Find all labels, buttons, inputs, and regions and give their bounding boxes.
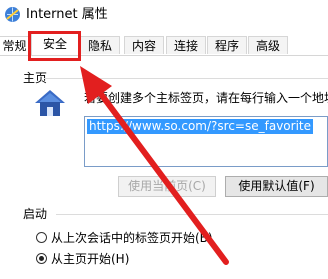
tab-general[interactable]: 常规 xyxy=(0,36,30,54)
radio-checked-icon[interactable] xyxy=(36,253,47,264)
use-current-button[interactable]: 使用当前页(C) xyxy=(118,176,216,197)
startup-option-label: 从主页开始(H) xyxy=(51,252,130,266)
radio-unchecked-icon[interactable] xyxy=(36,232,47,243)
use-default-button[interactable]: 使用默认值(F) xyxy=(225,176,328,197)
home-icon xyxy=(35,90,65,116)
homepage-group-divider xyxy=(44,78,328,79)
title-bar: Internet 属性 xyxy=(0,0,328,30)
security-tab-highlight xyxy=(28,31,81,61)
internet-options-icon xyxy=(5,7,20,22)
tab-content[interactable]: 内容 xyxy=(124,36,164,54)
startup-group-divider xyxy=(56,214,328,215)
window-title: Internet 属性 xyxy=(26,7,108,22)
tab-advanced[interactable]: 高级 xyxy=(248,36,288,54)
homepage-url-textarea[interactable]: https://www.so.com/?src=se_favorite xyxy=(84,116,328,167)
homepage-description: 若要创建多个主标签页，请在每行输入一个地址(R) xyxy=(84,91,328,105)
tab-privacy[interactable]: 隐私 xyxy=(80,36,120,54)
tab-connections[interactable]: 连接 xyxy=(166,36,206,54)
startup-option-label: 从上次会话中的标签页开始(B) xyxy=(51,231,213,245)
startup-group-label: 启动 xyxy=(23,207,48,221)
homepage-url-value: https://www.so.com/?src=se_favorite xyxy=(87,119,313,134)
tab-programs[interactable]: 程序 xyxy=(207,36,247,54)
